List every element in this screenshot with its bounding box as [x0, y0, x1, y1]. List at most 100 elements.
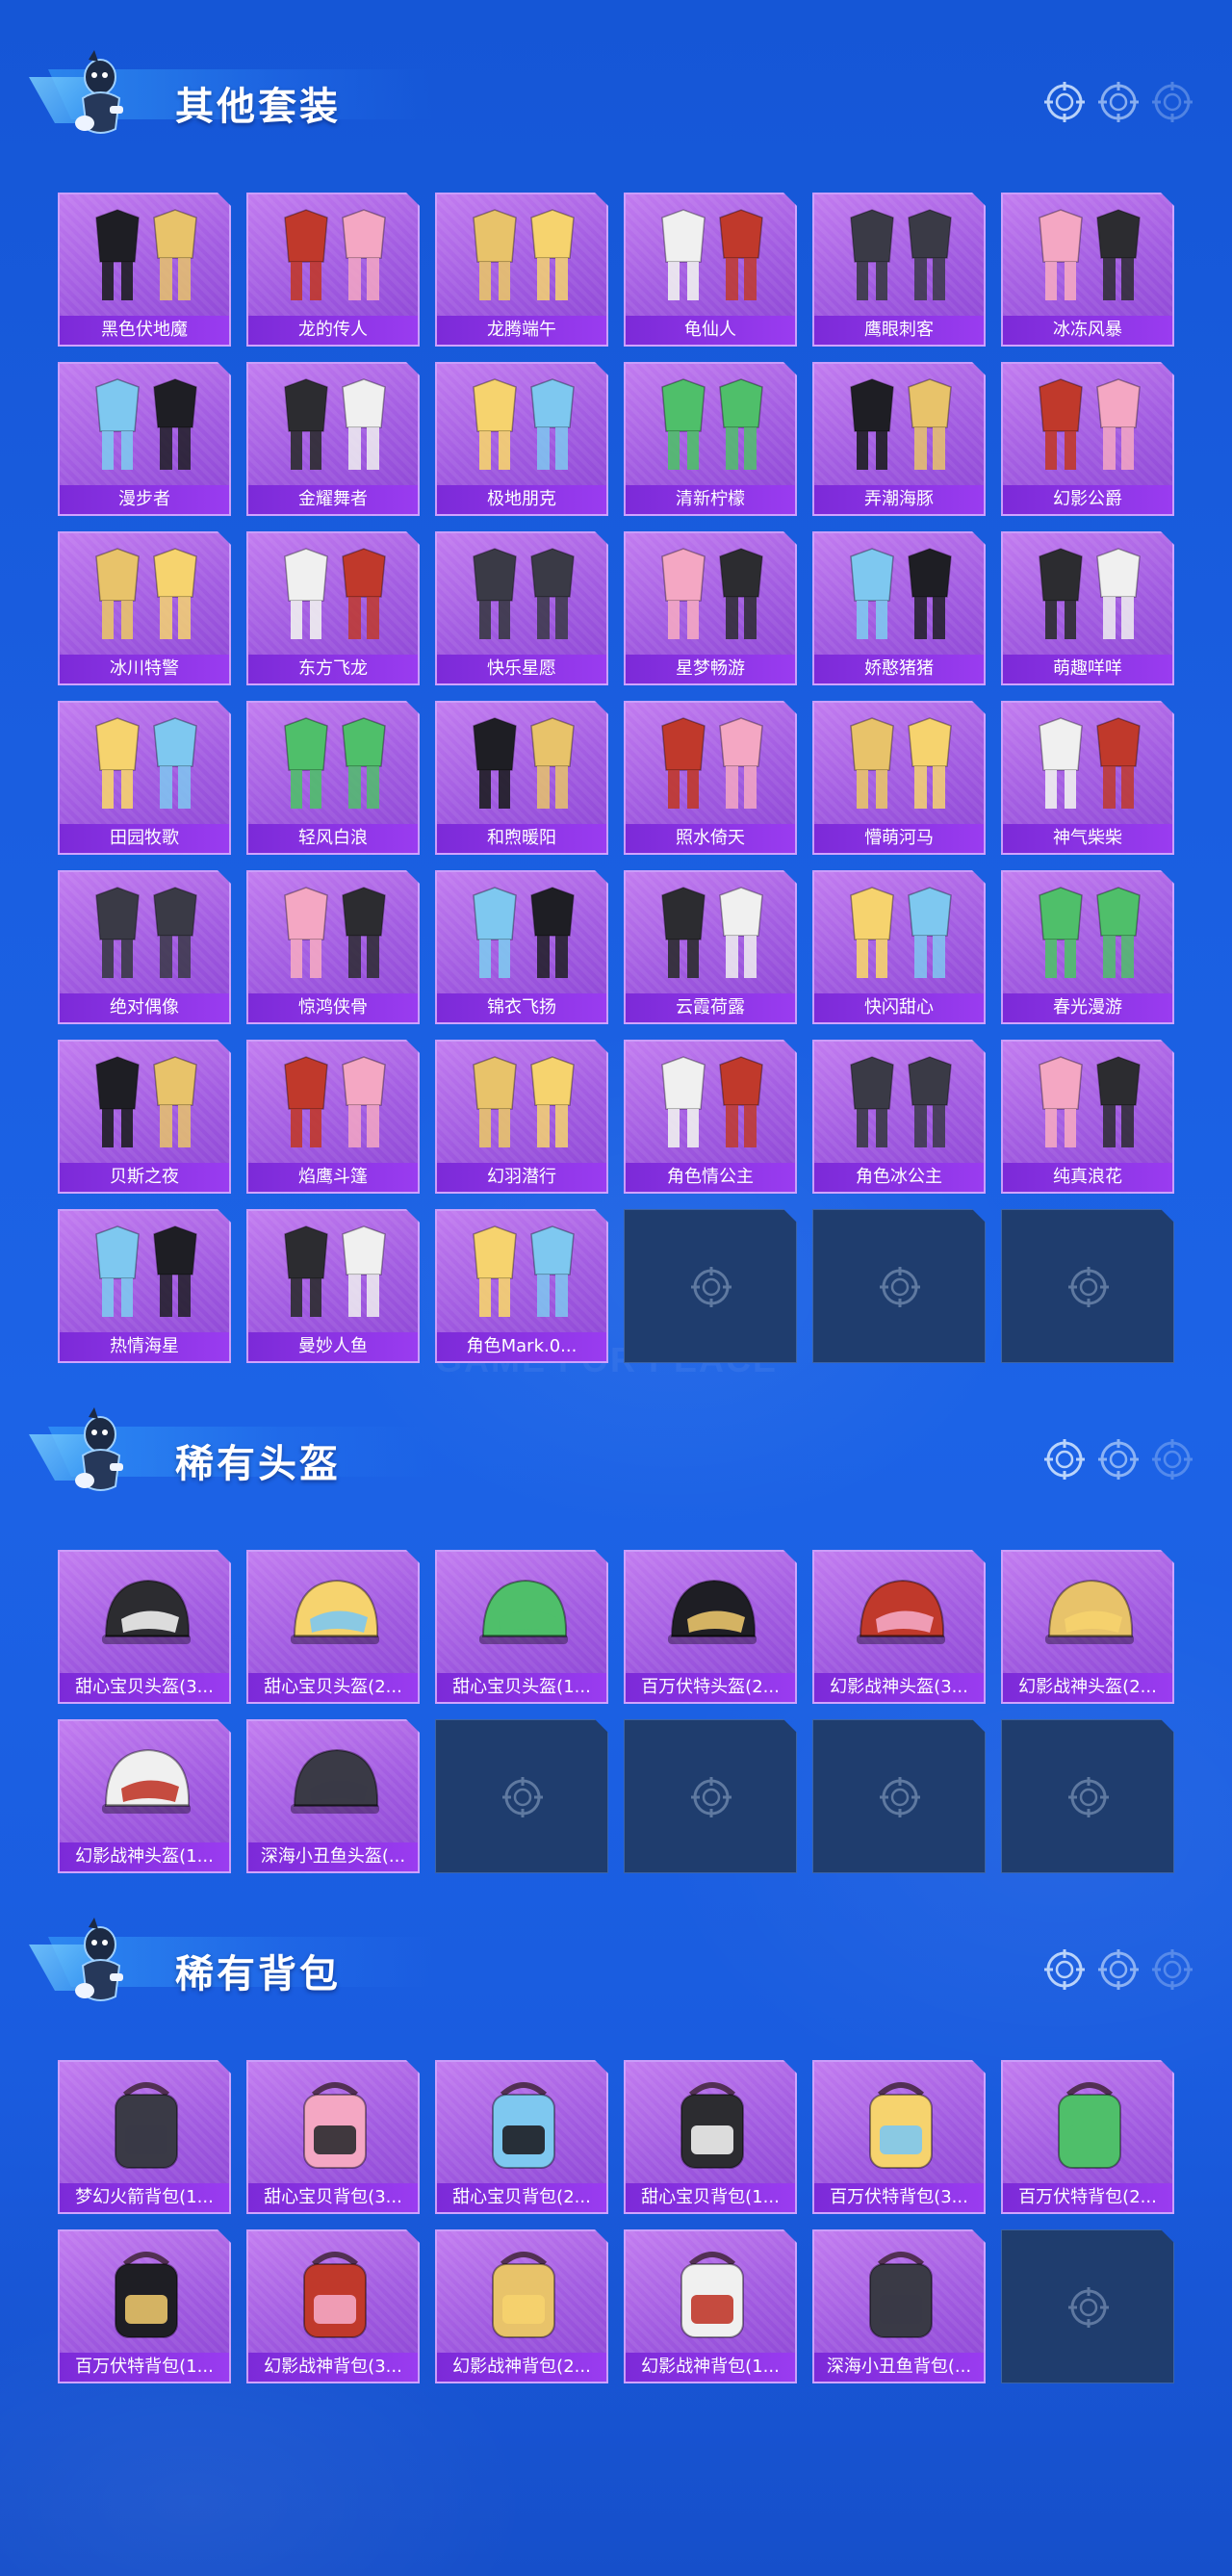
item-card[interactable]: 甜心宝贝背包(3... [246, 2060, 420, 2214]
item-card[interactable]: 冰川特警 [58, 531, 231, 685]
item-card[interactable]: 照水倚天 [624, 701, 797, 855]
item-card[interactable]: 甜心宝贝背包(1... [624, 2060, 797, 2214]
item-card[interactable]: 热情海星 [58, 1209, 231, 1363]
item-card[interactable]: 曼妙人鱼 [246, 1209, 420, 1363]
item-card[interactable]: 角色冰公主 [812, 1040, 986, 1194]
item-card[interactable]: 绝对偶像 [58, 870, 231, 1024]
item-label: 东方飞龙 [248, 655, 418, 683]
backpack-image [456, 2241, 591, 2349]
item-card[interactable]: 弄潮海豚 [812, 362, 986, 516]
item-card[interactable]: 漫步者 [58, 362, 231, 516]
item-grid: 甜心宝贝头盔(3... 甜心宝贝头盔(2... 甜心宝贝头盔(1... 百万伏特头盔(… [58, 1550, 1174, 1873]
empty-slot [435, 1719, 608, 1873]
item-card[interactable]: 幻影战神背包(2... [435, 2229, 608, 2383]
item-card[interactable]: 百万伏特背包(2... [1001, 2060, 1174, 2214]
outfit-image [79, 204, 214, 312]
outfit-image [456, 204, 591, 312]
outfit-image [834, 712, 968, 820]
item-card[interactable]: 百万伏特背包(1... [58, 2229, 231, 2383]
item-card[interactable]: 金耀舞者 [246, 362, 420, 516]
helmet-image [834, 1561, 968, 1669]
mascot-icon [50, 1916, 146, 2012]
item-card[interactable]: 幻影公爵 [1001, 362, 1174, 516]
outfit-image [834, 374, 968, 481]
item-card[interactable]: 幻影战神头盔(1... [58, 1719, 231, 1873]
item-card[interactable]: 深海小丑鱼背包(... [812, 2229, 986, 2383]
item-card[interactable]: 冰冻风暴 [1001, 193, 1174, 347]
item-label: 梦幻火箭背包(1... [60, 2183, 229, 2212]
item-card[interactable]: 幻羽潜行 [435, 1040, 608, 1194]
item-card[interactable]: 角色Mark.0... [435, 1209, 608, 1363]
outfit-image [456, 712, 591, 820]
item-card[interactable]: 东方飞龙 [246, 531, 420, 685]
item-card[interactable]: 龟仙人 [624, 193, 797, 347]
outfit-image [645, 204, 780, 312]
item-card[interactable]: 星梦畅游 [624, 531, 797, 685]
item-card[interactable]: 和煦暖阳 [435, 701, 608, 855]
backpack-image [834, 2241, 968, 2349]
item-card[interactable]: 极地朋克 [435, 362, 608, 516]
item-card[interactable]: 惊鸿侠骨 [246, 870, 420, 1024]
item-card[interactable]: 鹰眼刺客 [812, 193, 986, 347]
item-card[interactable]: 娇憨猪猪 [812, 531, 986, 685]
outfit-image [834, 204, 968, 312]
item-label: 绝对偶像 [60, 993, 229, 1022]
outfit-image [79, 1221, 214, 1328]
empty-slot [1001, 1209, 1174, 1363]
item-card[interactable]: 锦衣飞扬 [435, 870, 608, 1024]
item-card[interactable]: 懵萌河马 [812, 701, 986, 855]
item-label: 角色Mark.0... [437, 1332, 606, 1361]
item-label: 萌趣咩咩 [1003, 655, 1172, 683]
item-card[interactable]: 幻影战神背包(3... [246, 2229, 420, 2383]
item-card[interactable]: 甜心宝贝头盔(3... [58, 1550, 231, 1704]
outfit-image [79, 712, 214, 820]
item-card[interactable]: 甜心宝贝头盔(1... [435, 1550, 608, 1704]
item-label: 纯真浪花 [1003, 1163, 1172, 1192]
item-card[interactable]: 云霞荷露 [624, 870, 797, 1024]
outfit-image [268, 204, 402, 312]
item-card[interactable]: 田园牧歌 [58, 701, 231, 855]
target-icon [1043, 81, 1086, 123]
item-card[interactable]: 梦幻火箭背包(1... [58, 2060, 231, 2214]
outfit-image [456, 1221, 591, 1328]
item-card[interactable]: 幻影战神头盔(3... [812, 1550, 986, 1704]
backpack-image [79, 2241, 214, 2349]
outfit-image [456, 543, 591, 651]
item-label: 甜心宝贝背包(1... [626, 2183, 795, 2212]
item-card[interactable]: 黑色伏地魔 [58, 193, 231, 347]
target-icon [1043, 1948, 1086, 1991]
item-card[interactable]: 贝斯之夜 [58, 1040, 231, 1194]
item-label: 春光漫游 [1003, 993, 1172, 1022]
item-label: 百万伏特背包(2... [1003, 2183, 1172, 2212]
item-card[interactable]: 龙腾端午 [435, 193, 608, 347]
outfit-image [645, 712, 780, 820]
item-label: 极地朋克 [437, 485, 606, 514]
item-card[interactable]: 甜心宝贝头盔(2... [246, 1550, 420, 1704]
item-card[interactable]: 幻影战神背包(1... [624, 2229, 797, 2383]
item-label: 惊鸿侠骨 [248, 993, 418, 1022]
item-card[interactable]: 百万伏特背包(3... [812, 2060, 986, 2214]
item-label: 云霞荷露 [626, 993, 795, 1022]
item-label: 龙腾端午 [437, 316, 606, 345]
item-card[interactable]: 快闪甜心 [812, 870, 986, 1024]
item-card[interactable]: 幻影战神头盔(2... [1001, 1550, 1174, 1704]
item-card[interactable]: 纯真浪花 [1001, 1040, 1174, 1194]
item-label: 甜心宝贝头盔(3... [60, 1673, 229, 1702]
target-icon [1043, 1438, 1086, 1481]
item-card[interactable]: 百万伏特头盔(2... [624, 1550, 797, 1704]
item-label: 甜心宝贝头盔(2... [248, 1673, 418, 1702]
item-card[interactable]: 角色情公主 [624, 1040, 797, 1194]
item-card[interactable]: 深海小丑鱼头盔(... [246, 1719, 420, 1873]
header-decoration-icons [1043, 81, 1194, 123]
item-card[interactable]: 快乐星愿 [435, 531, 608, 685]
outfit-image [456, 1051, 591, 1159]
item-label: 深海小丑鱼头盔(... [248, 1842, 418, 1871]
item-card[interactable]: 萌趣咩咩 [1001, 531, 1174, 685]
item-card[interactable]: 焰鹰斗篷 [246, 1040, 420, 1194]
item-card[interactable]: 神气柴柴 [1001, 701, 1174, 855]
item-card[interactable]: 甜心宝贝背包(2... [435, 2060, 608, 2214]
item-card[interactable]: 轻风白浪 [246, 701, 420, 855]
item-card[interactable]: 清新柠檬 [624, 362, 797, 516]
item-card[interactable]: 春光漫游 [1001, 870, 1174, 1024]
item-card[interactable]: 龙的传人 [246, 193, 420, 347]
